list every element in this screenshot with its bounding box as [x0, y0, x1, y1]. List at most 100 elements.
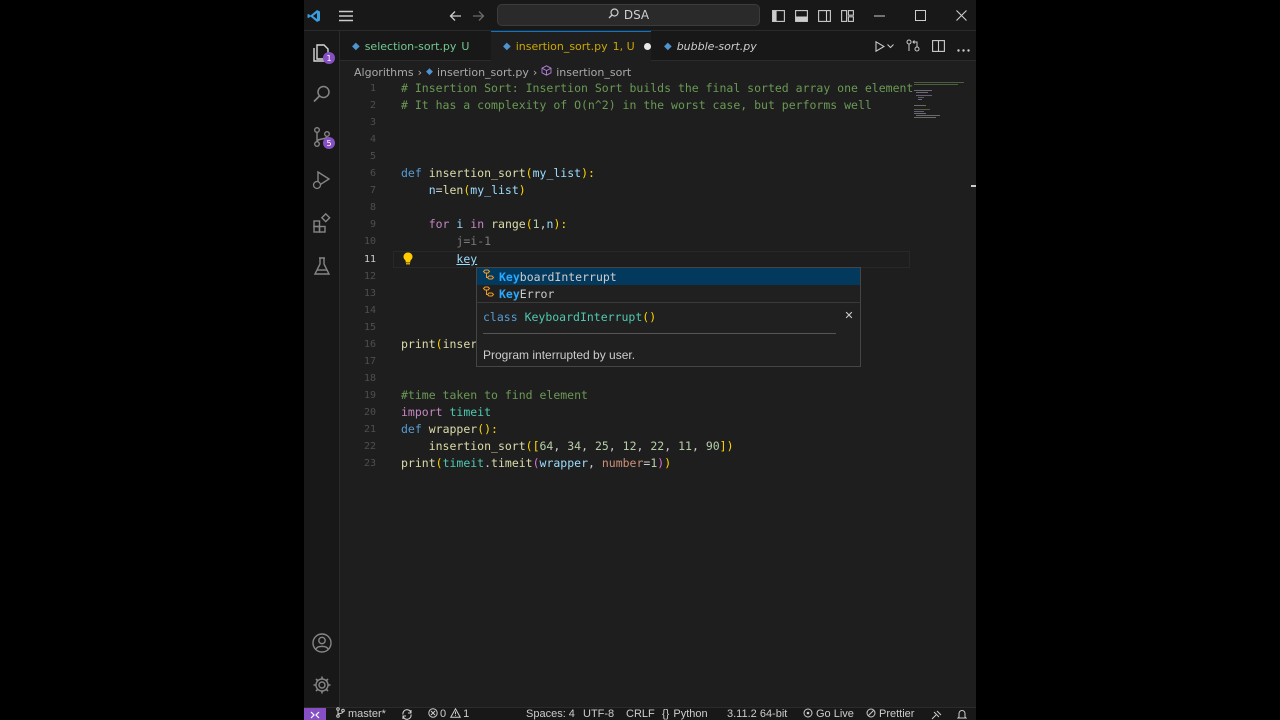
code-line-11: key	[401, 251, 477, 268]
bracket: ([	[525, 439, 540, 453]
run-python-file-icon[interactable]	[875, 40, 894, 52]
line-number: 4	[369, 134, 376, 145]
testing-flask-icon[interactable]	[304, 248, 340, 284]
title-bar: DSA	[304, 0, 976, 31]
prettier-button[interactable]: Prettier	[866, 708, 914, 720]
manage-gear-icon[interactable]	[304, 667, 340, 703]
line-number: 3	[369, 117, 376, 128]
minimize-icon[interactable]	[869, 0, 889, 31]
line-number: 9	[369, 219, 376, 230]
code-line-21: def wrapper():	[401, 421, 498, 438]
code-line-2: # It has a complexity of O(n^2) in the w…	[401, 98, 872, 112]
warning-count: 1	[463, 708, 470, 720]
explorer-icon[interactable]: 1	[304, 34, 340, 70]
remote-indicator-icon[interactable]	[304, 708, 326, 720]
paren: ):	[581, 166, 595, 180]
line-number: 14	[363, 305, 376, 316]
code-editor[interactable]: 1 2 3 4 5 6 7 8 9 10 11 12 13 14 15 16 1…	[340, 80, 976, 707]
tab-insertion-sort[interactable]: ◆ insertion_sort.py 1, U	[491, 31, 651, 61]
suggestion-item[interactable]: Key Error	[477, 285, 860, 302]
source-control-icon[interactable]: 5	[304, 119, 340, 155]
feedback-icon[interactable]	[931, 708, 942, 720]
sync-icon[interactable]	[401, 708, 413, 720]
suggestion-item[interactable]: Key boardInterrupt	[477, 268, 860, 285]
paren: )	[664, 456, 672, 470]
function-name: wrapper	[428, 422, 478, 436]
match-text: Key	[499, 269, 520, 284]
go-live-button[interactable]: Go Live	[803, 708, 854, 720]
accounts-icon[interactable]	[304, 625, 340, 661]
extensions-icon[interactable]	[304, 205, 340, 241]
close-icon[interactable]: ✕	[842, 308, 856, 322]
git-branch-icon	[336, 707, 345, 720]
language-mode[interactable]: {} Python	[662, 708, 708, 720]
line-number: 1	[369, 83, 376, 94]
details-divider	[483, 333, 836, 334]
line-number: 10	[363, 236, 376, 247]
toggle-panel-icon[interactable]	[793, 0, 809, 31]
more-actions-icon[interactable]	[957, 37, 970, 56]
branch-indicator[interactable]: master*	[336, 707, 386, 720]
go-live-label: Go Live	[816, 708, 854, 720]
problems-indicator[interactable]: 0 1	[428, 707, 470, 720]
split-editor-icon[interactable]	[932, 37, 945, 56]
line-number: 13	[363, 288, 376, 299]
variable: wrapper	[539, 456, 588, 470]
search-icon	[608, 8, 619, 22]
call-partial: inser	[442, 337, 478, 351]
indentation-indicator[interactable]: Spaces: 4	[526, 708, 575, 720]
breadcrumb-folder[interactable]: Algorithms	[354, 66, 414, 79]
symbol-method-icon	[541, 65, 552, 79]
paren: ):	[553, 217, 568, 231]
run-debug-icon[interactable]	[304, 162, 340, 198]
tab-selection-sort[interactable]: ◆ selection-sort.py U	[340, 31, 490, 61]
encoding-indicator[interactable]: UTF-8	[583, 708, 614, 720]
breadcrumb-symbol[interactable]: insertion_sort	[556, 66, 631, 79]
paren: (	[435, 337, 443, 351]
number: 64	[539, 439, 554, 453]
close-window-icon[interactable]	[951, 0, 971, 31]
scrollbar-marker[interactable]	[971, 185, 976, 187]
toggle-secondary-sidebar-icon[interactable]	[816, 0, 832, 31]
code-line-23: print(timeit.timeit(wrapper, number=1))	[401, 455, 671, 472]
minimap[interactable]	[913, 80, 971, 140]
typed-text: key	[456, 252, 478, 266]
python-interpreter[interactable]: 3.11.2 64-bit	[727, 708, 787, 720]
number: 90	[705, 439, 720, 453]
editor-tab-bar: ◆ selection-sort.py U ◆ insertion_sort.p…	[340, 31, 976, 61]
notifications-bell-icon[interactable]	[957, 708, 967, 720]
forward-arrow-icon[interactable]	[469, 0, 487, 31]
paren: (	[525, 217, 533, 231]
module: timeit	[442, 456, 485, 470]
tab-bubble-sort[interactable]: ◆ bubble-sort.py	[652, 31, 782, 61]
command-center-label: DSA	[623, 8, 650, 22]
open-changes-icon[interactable]	[906, 37, 920, 56]
tab-status: U	[461, 39, 470, 53]
paren: ()	[642, 310, 657, 324]
prettier-check-icon	[866, 708, 876, 720]
toggle-primary-sidebar-icon[interactable]	[770, 0, 786, 31]
code-line-6: def insertion_sort(my_list):	[401, 165, 595, 182]
customize-layout-icon[interactable]	[839, 0, 855, 31]
command-center-search[interactable]: DSA	[497, 4, 760, 26]
explorer-badge: 1	[323, 52, 335, 64]
eol-indicator[interactable]: CRLF	[626, 708, 655, 720]
breadcrumb-file[interactable]: insertion_sort.py	[437, 66, 529, 79]
function-name: insertion_sort	[428, 166, 526, 180]
class-symbol-icon	[482, 286, 498, 301]
bracket: ])	[719, 439, 734, 453]
suggest-details-panel: class KeyboardInterrupt() ✕ Program inte…	[476, 302, 861, 367]
line-number: 23	[363, 458, 376, 469]
search-icon[interactable]	[304, 76, 340, 112]
back-arrow-icon[interactable]	[446, 0, 464, 31]
unsaved-dot-icon[interactable]	[643, 43, 651, 50]
tab-status: 1, U	[612, 40, 635, 53]
code-line-20: import timeit	[401, 404, 491, 421]
line-number: 2	[369, 100, 376, 111]
maximize-icon[interactable]	[910, 0, 930, 31]
code-line-9: for i in range(1,n):	[401, 216, 568, 233]
menu-icon[interactable]	[336, 0, 356, 31]
keyword-class: class	[483, 310, 518, 324]
suggestion-rest: Error	[519, 286, 555, 301]
python-file-icon: ◆	[426, 67, 433, 77]
